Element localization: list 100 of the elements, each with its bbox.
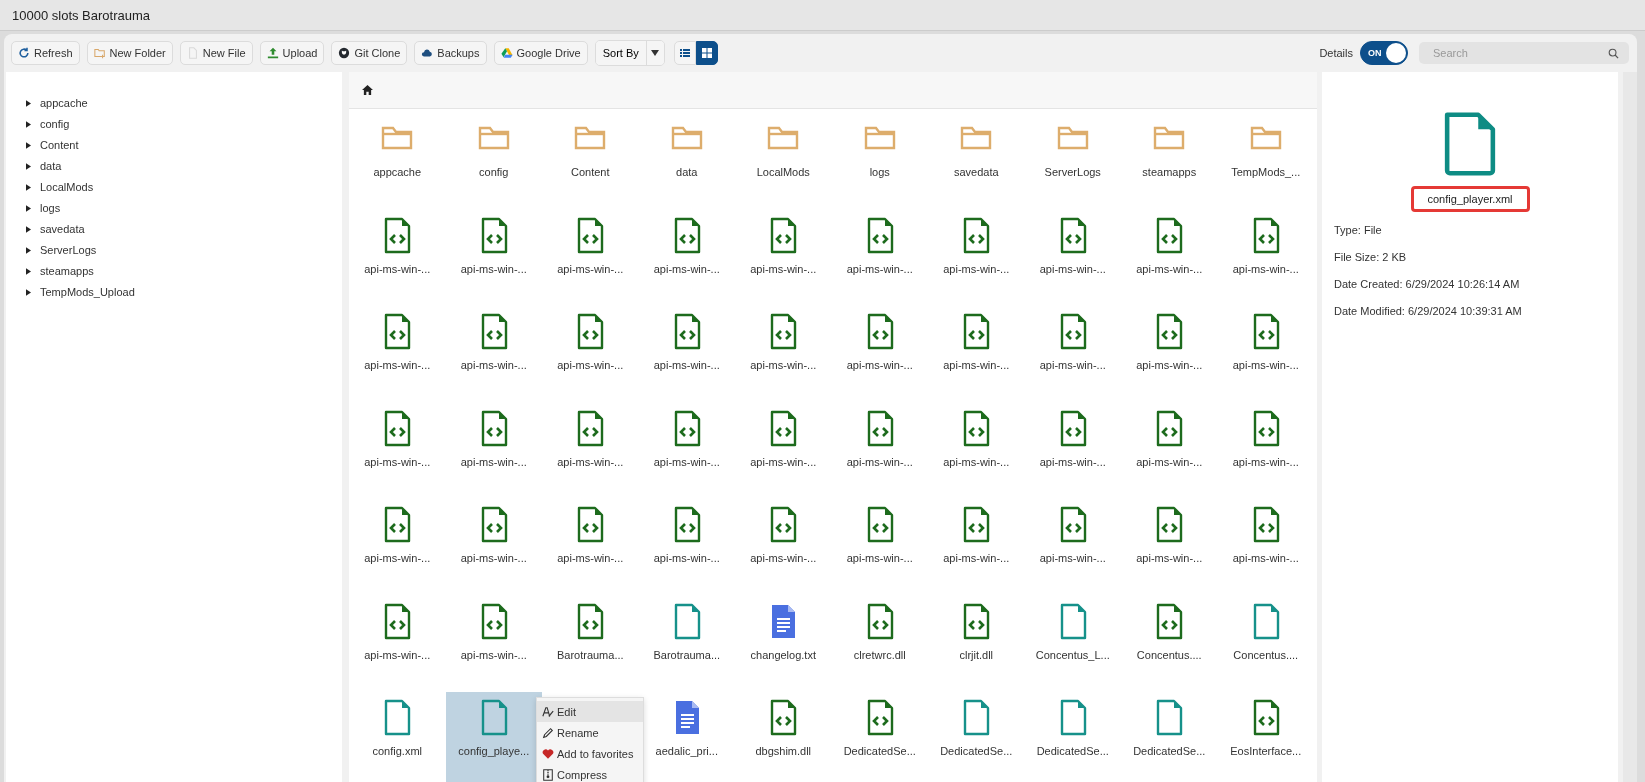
file-item[interactable]: api-ms-win-... bbox=[1024, 499, 1121, 596]
file-item[interactable]: api-ms-win-... bbox=[831, 209, 928, 306]
file-item[interactable]: api-ms-win-... bbox=[349, 402, 446, 499]
file-item[interactable]: api-ms-win-... bbox=[735, 209, 832, 306]
file-item[interactable]: config_playe... bbox=[445, 692, 542, 782]
file-item[interactable]: DedicatedSe... bbox=[831, 692, 928, 782]
sort-button[interactable]: Sort By bbox=[595, 41, 647, 65]
file-item[interactable]: data bbox=[638, 113, 735, 210]
file-item[interactable]: api-ms-win-... bbox=[1217, 499, 1314, 596]
file-item[interactable]: api-ms-win-... bbox=[349, 499, 446, 596]
toolbar-button[interactable]: Git Clone bbox=[331, 41, 408, 65]
file-item[interactable]: api-ms-win-... bbox=[349, 306, 446, 403]
file-item[interactable]: api-ms-win-... bbox=[542, 306, 639, 403]
file-item[interactable]: api-ms-win-... bbox=[638, 209, 735, 306]
file-item[interactable]: api-ms-win-... bbox=[349, 595, 446, 692]
file-item[interactable]: DedicatedSe... bbox=[1024, 692, 1121, 782]
caret-right-icon[interactable] bbox=[26, 204, 31, 212]
tree-item[interactable]: Content bbox=[40, 139, 79, 151]
tree-item[interactable]: appcache bbox=[40, 97, 88, 109]
file-item[interactable]: Content bbox=[542, 113, 639, 210]
file-item[interactable]: api-ms-win-... bbox=[445, 209, 542, 306]
file-item[interactable]: Concentus_L... bbox=[1024, 595, 1121, 692]
file-item[interactable]: config bbox=[445, 113, 542, 210]
file-item[interactable]: api-ms-win-... bbox=[831, 306, 928, 403]
file-item[interactable]: Concentus.... bbox=[1217, 595, 1314, 692]
tree-item[interactable]: savedata bbox=[40, 223, 85, 235]
toolbar-button[interactable]: New File bbox=[179, 41, 253, 65]
file-item[interactable]: clrjit.dll bbox=[928, 595, 1025, 692]
caret-right-icon[interactable] bbox=[26, 267, 31, 275]
file-item[interactable]: changelog.txt bbox=[735, 595, 832, 692]
caret-right-icon[interactable] bbox=[26, 120, 31, 128]
file-item[interactable]: Barotrauma... bbox=[638, 595, 735, 692]
file-item[interactable]: EosInterface... bbox=[1217, 692, 1314, 782]
grid-view-button[interactable] bbox=[695, 41, 718, 65]
details-toggle[interactable]: ON bbox=[1360, 41, 1408, 65]
file-item[interactable]: DedicatedSe... bbox=[1121, 692, 1218, 782]
tree-item[interactable]: ServerLogs bbox=[40, 244, 97, 256]
file-item[interactable]: Barotrauma... bbox=[542, 595, 639, 692]
tree-item[interactable]: steamapps bbox=[40, 265, 94, 277]
toolbar-button[interactable]: Backups bbox=[414, 41, 487, 65]
file-item[interactable]: logs bbox=[831, 113, 928, 210]
file-item[interactable]: api-ms-win-... bbox=[1121, 209, 1218, 306]
file-item[interactable]: api-ms-win-... bbox=[542, 402, 639, 499]
menu-item[interactable]: Edit bbox=[537, 701, 643, 722]
file-item[interactable]: api-ms-win-... bbox=[445, 499, 542, 596]
file-item[interactable]: DedicatedSe... bbox=[928, 692, 1025, 782]
file-item[interactable]: dbgshim.dll bbox=[735, 692, 832, 782]
caret-right-icon[interactable] bbox=[26, 162, 31, 170]
tree-item[interactable]: logs bbox=[40, 202, 61, 214]
file-item[interactable]: api-ms-win-... bbox=[1217, 209, 1314, 306]
caret-right-icon[interactable] bbox=[26, 99, 31, 107]
tree-item[interactable]: LocalMods bbox=[40, 181, 94, 193]
toolbar-button[interactable]: Refresh bbox=[11, 41, 80, 65]
file-item[interactable]: api-ms-win-... bbox=[928, 402, 1025, 499]
filename-field[interactable]: config_player.xml bbox=[1410, 186, 1530, 212]
tree-item[interactable]: config bbox=[40, 118, 70, 130]
file-item[interactable]: api-ms-win-... bbox=[1024, 209, 1121, 306]
file-item[interactable]: api-ms-win-... bbox=[1121, 306, 1218, 403]
file-item[interactable]: api-ms-win-... bbox=[445, 402, 542, 499]
file-item[interactable]: api-ms-win-... bbox=[445, 595, 542, 692]
file-item[interactable]: api-ms-win-... bbox=[638, 499, 735, 596]
home-icon[interactable] bbox=[362, 85, 373, 95]
caret-right-icon[interactable] bbox=[26, 288, 31, 296]
tree-item[interactable]: data bbox=[40, 160, 62, 172]
file-item[interactable]: ServerLogs bbox=[1024, 113, 1121, 210]
file-item[interactable]: api-ms-win-... bbox=[445, 306, 542, 403]
caret-right-icon[interactable] bbox=[26, 246, 31, 254]
toolbar-button[interactable]: Upload bbox=[259, 41, 325, 65]
file-item[interactable]: clretwrc.dll bbox=[831, 595, 928, 692]
file-item[interactable]: api-ms-win-... bbox=[1024, 306, 1121, 403]
file-item[interactable]: api-ms-win-... bbox=[831, 402, 928, 499]
file-item[interactable]: Concentus.... bbox=[1121, 595, 1218, 692]
file-item[interactable]: appcache bbox=[349, 113, 446, 210]
tree-item[interactable]: TempMods_Upload bbox=[40, 286, 135, 298]
caret-right-icon[interactable] bbox=[26, 225, 31, 233]
file-item[interactable]: config.xml bbox=[349, 692, 446, 782]
file-item[interactable]: api-ms-win-... bbox=[928, 209, 1025, 306]
caret-right-icon[interactable] bbox=[26, 183, 31, 191]
file-item[interactable]: api-ms-win-... bbox=[735, 402, 832, 499]
file-item[interactable]: api-ms-win-... bbox=[349, 209, 446, 306]
file-item[interactable]: api-ms-win-... bbox=[1121, 499, 1218, 596]
file-item[interactable]: api-ms-win-... bbox=[1217, 402, 1314, 499]
caret-right-icon[interactable] bbox=[26, 141, 31, 149]
file-item[interactable]: LocalMods bbox=[735, 113, 832, 210]
file-item[interactable]: TempMods_... bbox=[1217, 113, 1314, 210]
file-item[interactable]: api-ms-win-... bbox=[1024, 402, 1121, 499]
file-item[interactable]: api-ms-win-... bbox=[542, 499, 639, 596]
file-item[interactable]: api-ms-win-... bbox=[638, 306, 735, 403]
file-item[interactable]: api-ms-win-... bbox=[638, 402, 735, 499]
file-item[interactable]: api-ms-win-... bbox=[928, 499, 1025, 596]
file-item[interactable]: savedata bbox=[928, 113, 1025, 210]
file-item[interactable]: api-ms-win-... bbox=[542, 209, 639, 306]
toolbar-button[interactable]: New Folder bbox=[86, 41, 173, 65]
search-field[interactable]: Search bbox=[1419, 42, 1629, 64]
file-item[interactable]: steamapps bbox=[1121, 113, 1218, 210]
file-item[interactable]: api-ms-win-... bbox=[1121, 402, 1218, 499]
file-item[interactable]: api-ms-win-... bbox=[1217, 306, 1314, 403]
file-item[interactable]: api-ms-win-... bbox=[735, 306, 832, 403]
file-item[interactable]: api-ms-win-... bbox=[928, 306, 1025, 403]
toolbar-button[interactable]: Google Drive bbox=[493, 41, 588, 65]
